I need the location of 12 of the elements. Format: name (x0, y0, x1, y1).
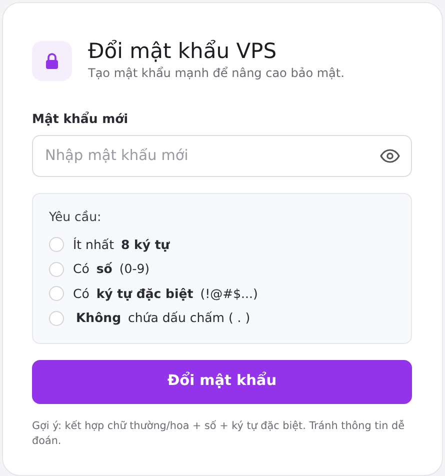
field-label: Mật khẩu mới (32, 110, 129, 128)
requirement-text: Có số (0-9) (73, 260, 150, 278)
page-title: Đổi mật khẩu VPS (88, 39, 278, 64)
subtitle: Tạo mật khẩu mạnh để nâng cao bảo mật. (88, 65, 344, 82)
eye-icon[interactable] (380, 148, 400, 163)
requirements-title: Yêu cầu: (49, 208, 102, 226)
change-password-button[interactable]: Đổi mật khẩu (32, 360, 412, 404)
requirement-text: Ít nhất 8 ký tự (73, 236, 171, 254)
requirement-text: Có ký tự đặc biệt (!@#$...) (73, 284, 258, 303)
hint-text: Gợi ý: kết hợp chữ thường/hoa + số + ký tự đặc biệt. Tránh thông tin dễ đoán. (32, 418, 406, 450)
requirement-text: Không chứa dấu chấm ( . ) (75, 309, 250, 328)
lock-icon (45, 52, 59, 69)
